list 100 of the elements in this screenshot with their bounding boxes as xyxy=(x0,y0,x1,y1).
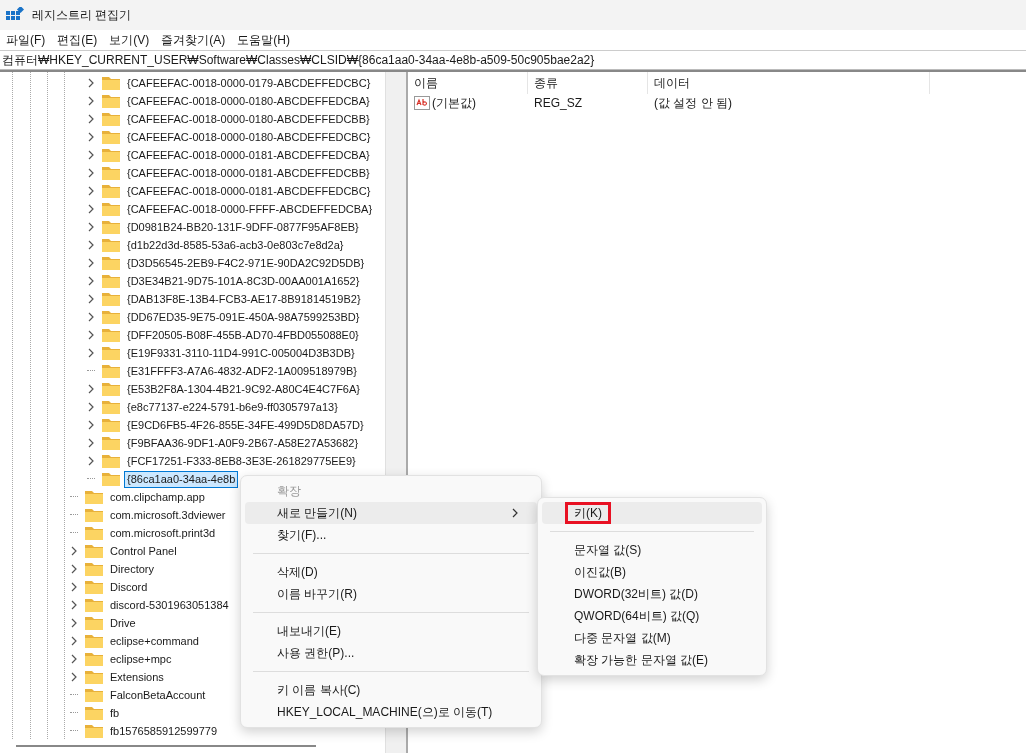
folder-icon xyxy=(101,417,121,433)
tree-item[interactable]: {CAFEEFAC-0018-0000-0181-ABCDEFFEDCBB} xyxy=(124,164,373,182)
menu-item[interactable]: 확장 가능한 문자열 값(E) xyxy=(542,649,762,671)
folder-icon xyxy=(101,453,121,469)
tree-item[interactable]: com.microsoft.3dviewer xyxy=(107,506,229,524)
menu-item[interactable]: 새로 만들기(N) xyxy=(245,502,537,524)
menu-item[interactable]: 키(K) xyxy=(542,502,762,524)
tree-item[interactable]: FalconBetaAccount xyxy=(107,686,209,704)
tree-item[interactable]: eclipse+mpc xyxy=(107,650,175,668)
menu-item[interactable]: 다중 문자열 값(M) xyxy=(542,627,762,649)
folder-icon xyxy=(101,75,121,91)
tree-item[interactable]: {CAFEEFAC-0018-0000-0181-ABCDEFFEDCBA} xyxy=(124,146,373,164)
menu-item[interactable]: QWORD(64비트) 값(Q) xyxy=(542,605,762,627)
tree-item[interactable]: fb1576585912599779 xyxy=(107,722,221,739)
tree-item[interactable]: Drive xyxy=(107,614,139,632)
tree-item[interactable]: Extensions xyxy=(107,668,167,686)
folder-icon xyxy=(101,165,121,181)
tree-item[interactable]: fb xyxy=(107,704,123,722)
menu-item[interactable]: 찾기(F)... xyxy=(245,524,537,546)
menu-item[interactable]: DWORD(32비트) 값(D) xyxy=(542,583,762,605)
folder-icon xyxy=(84,633,104,649)
tree-item[interactable]: {D3D56545-2EB9-F4C2-971E-90DA2C92D5DB} xyxy=(124,254,368,272)
value-data: (값 설정 안 됨) xyxy=(653,94,733,112)
column-header[interactable]: 데이터 xyxy=(648,72,930,94)
menu-item[interactable]: 이진값(B) xyxy=(542,561,762,583)
value-name: (기본값) xyxy=(432,94,476,112)
folder-icon xyxy=(101,219,121,235)
value-type: REG_SZ xyxy=(533,95,583,112)
tree-item[interactable]: {86ca1aa0-34aa-4e8b xyxy=(124,470,239,488)
folder-icon xyxy=(101,201,121,217)
menu-item[interactable]: 내보내기(E) xyxy=(245,620,537,642)
tree-item[interactable]: {D3E34B21-9D75-101A-8C3D-00AA001A1652} xyxy=(124,272,363,290)
menu-item[interactable]: 이름 바꾸기(R) xyxy=(245,583,537,605)
folder-icon xyxy=(101,345,121,361)
tree-item[interactable]: {FCF17251-F333-8EB8-3E3E-261829775EE9} xyxy=(124,452,359,470)
tree-item[interactable]: discord-5301963051384 xyxy=(107,596,232,614)
address-field[interactable]: 컴퓨터₩HKEY_CURRENT_USER₩Software₩Classes₩CLSID₩{86ca1aa0-34aa-4e8b-a509-50c905bae2a2} xyxy=(0,50,1026,70)
folder-icon xyxy=(84,489,104,505)
folder-icon xyxy=(84,687,104,703)
menu-item[interactable]: 문자열 값(S) xyxy=(542,539,762,561)
menu-item[interactable]: 사용 권한(P)... xyxy=(245,642,537,664)
folder-icon xyxy=(101,327,121,343)
folder-icon xyxy=(101,273,121,289)
menu-bar-item[interactable]: 파일(F) xyxy=(2,31,50,49)
tree-item[interactable]: {E53B2F8A-1304-4B21-9C92-A80C4E4C7F6A} xyxy=(124,380,363,398)
folder-icon xyxy=(84,543,104,559)
tree-item[interactable]: eclipse+command xyxy=(107,632,202,650)
tree-item[interactable]: {CAFEEFAC-0018-0000-0180-ABCDEFFEDCBA} xyxy=(124,92,373,110)
folder-icon xyxy=(101,255,121,271)
folder-icon xyxy=(101,363,121,379)
tree-item[interactable]: com.microsoft.print3d xyxy=(107,524,219,542)
folder-icon xyxy=(84,669,104,685)
folder-icon xyxy=(84,597,104,613)
folder-icon xyxy=(101,111,121,127)
folder-icon xyxy=(84,561,104,577)
menu-bar-item[interactable]: 즐겨찾기(A) xyxy=(157,31,230,49)
window-title: 레지스트리 편집기 xyxy=(32,6,132,24)
tree-item[interactable]: {E31FFFF3-A7A6-4832-ADF2-1A009518979B} xyxy=(124,362,360,380)
registry-icon xyxy=(6,7,24,23)
menu-item[interactable]: 키 이름 복사(C) xyxy=(245,679,537,701)
tree-item[interactable]: {DD67ED35-9E75-091E-450A-98A7599253BD} xyxy=(124,308,363,326)
tree-item[interactable]: {F9BFAA36-9DF1-A0F9-2B67-A58E27A53682} xyxy=(124,434,362,452)
tree-item[interactable]: {DFF20505-B08F-455B-AD70-4FBD055088E0} xyxy=(124,326,362,344)
tree-item[interactable]: {CAFEEFAC-0018-0000-FFFF-ABCDEFFEDCBA} xyxy=(124,200,376,218)
tree-item[interactable]: com.clipchamp.app xyxy=(107,488,208,506)
tree-item[interactable]: Directory xyxy=(107,560,157,578)
tree-item[interactable]: {E19F9331-3110-11D4-991C-005004D3B3DB} xyxy=(124,344,358,362)
tree-item[interactable]: Discord xyxy=(107,578,151,596)
folder-icon xyxy=(84,723,104,739)
tree-item[interactable]: {D0981B24-BB20-131F-9DFF-0877F95AF8EB} xyxy=(124,218,362,236)
folder-icon xyxy=(101,309,121,325)
folder-icon xyxy=(84,507,104,523)
tree-item[interactable]: {CAFEEFAC-0018-0000-0180-ABCDEFFEDCBC} xyxy=(124,128,374,146)
folder-icon xyxy=(101,381,121,397)
menu-bar-item[interactable]: 보기(V) xyxy=(105,31,154,49)
menu-bar-item[interactable]: 도움말(H) xyxy=(233,31,294,49)
folder-icon xyxy=(101,93,121,109)
menu-bar-item[interactable]: 편집(E) xyxy=(53,31,102,49)
menu-item[interactable]: 삭제(D) xyxy=(245,561,537,583)
folder-icon xyxy=(101,399,121,415)
tree-item[interactable]: {E9CD6FB5-4F26-855E-34FE-499D5D8DA57D} xyxy=(124,416,367,434)
folder-icon xyxy=(101,183,121,199)
string-value-icon xyxy=(414,96,430,110)
folder-icon xyxy=(101,237,121,253)
menu-item[interactable]: HKEY_LOCAL_MACHINE(으)로 이동(T) xyxy=(245,701,537,723)
folder-icon xyxy=(101,147,121,163)
folder-icon xyxy=(84,615,104,631)
tree-item[interactable]: {CAFEEFAC-0018-0000-0180-ABCDEFFEDCBB} xyxy=(124,110,373,128)
tree-item[interactable]: {e8c77137-e224-5791-b6e9-ff0305797a13} xyxy=(124,398,341,416)
tree-item[interactable]: {CAFEEFAC-0018-0000-0179-ABCDEFFEDCBC} xyxy=(124,74,374,92)
column-header[interactable]: 종류 xyxy=(528,72,648,94)
folder-icon xyxy=(84,651,104,667)
folder-icon xyxy=(84,525,104,541)
tree-item[interactable]: {CAFEEFAC-0018-0000-0181-ABCDEFFEDCBC} xyxy=(124,182,374,200)
folder-icon xyxy=(84,579,104,595)
tree-item[interactable]: {d1b22d3d-8585-53a6-acb3-0e803c7e8d2a} xyxy=(124,236,347,254)
tree-item[interactable]: {DAB13F8E-13B4-FCB3-AE17-8B91814519B2} xyxy=(124,290,364,308)
column-header[interactable]: 이름 xyxy=(408,72,528,94)
tree-item[interactable]: Control Panel xyxy=(107,542,180,560)
folder-icon xyxy=(101,291,121,307)
